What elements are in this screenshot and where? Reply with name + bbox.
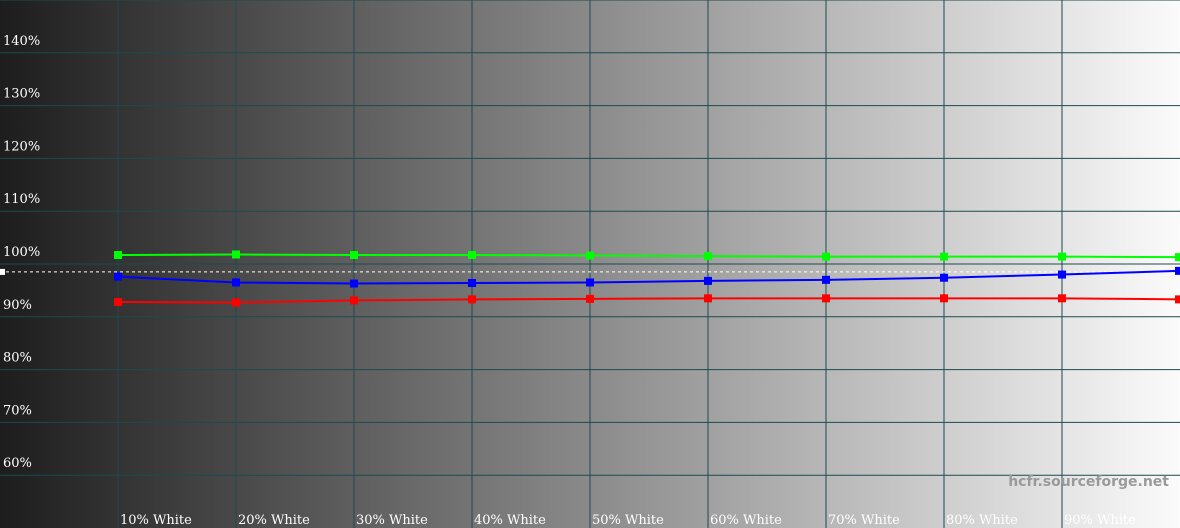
y-tick-label: 90% bbox=[3, 298, 32, 313]
series-point bbox=[822, 294, 830, 303]
series-point bbox=[940, 294, 948, 303]
series-point bbox=[350, 251, 358, 260]
series-point bbox=[586, 251, 594, 260]
series-point bbox=[586, 278, 594, 287]
y-tick-label: 140% bbox=[3, 34, 40, 49]
series-point bbox=[468, 279, 476, 288]
y-tick-label: 130% bbox=[3, 87, 40, 102]
series-point bbox=[232, 278, 240, 287]
x-tick-label: 20% White bbox=[238, 513, 310, 528]
series-point bbox=[350, 279, 358, 288]
series-point bbox=[114, 251, 122, 260]
series-point bbox=[1175, 253, 1180, 262]
series-point bbox=[1175, 295, 1180, 304]
series-point bbox=[232, 250, 240, 259]
y-tick-label: 100% bbox=[3, 245, 40, 260]
series-point bbox=[114, 272, 122, 281]
series-point bbox=[822, 275, 830, 284]
x-tick-label: 10% White bbox=[120, 513, 192, 528]
y-tick-label: 60% bbox=[3, 456, 32, 471]
series-point bbox=[940, 252, 948, 261]
series-point bbox=[468, 295, 476, 304]
watermark: hcfr.sourceforge.net bbox=[1008, 474, 1169, 490]
x-tick-label: 60% White bbox=[710, 513, 782, 528]
series-point bbox=[822, 252, 830, 261]
series-point bbox=[114, 298, 122, 307]
series-point bbox=[232, 298, 240, 307]
series-point bbox=[1058, 252, 1066, 261]
series-point bbox=[1058, 270, 1066, 279]
x-axis-labels: 10% White 20% White 30% White 40% White 50% … bbox=[120, 513, 1136, 528]
series-point bbox=[704, 294, 712, 303]
rgb-balance-chart: 60% 70% 80% 90% 100% 110% 120% 130% 140% 10% Whi… bbox=[0, 0, 1180, 528]
series-point bbox=[704, 276, 712, 285]
series-point bbox=[1175, 266, 1180, 275]
x-tick-label: 50% White bbox=[592, 513, 664, 528]
y-tick-label: 70% bbox=[3, 403, 32, 418]
y-tick-label: 120% bbox=[3, 139, 40, 154]
x-tick-label: 40% White bbox=[474, 513, 546, 528]
series-point bbox=[1058, 294, 1066, 303]
series-point bbox=[350, 296, 358, 305]
x-tick-label: 90% White bbox=[1064, 513, 1136, 528]
series-point bbox=[586, 294, 594, 303]
y-tick-label: 80% bbox=[3, 351, 32, 366]
reference-marker bbox=[0, 268, 5, 275]
series-point bbox=[940, 273, 948, 282]
series-point bbox=[468, 251, 476, 260]
x-tick-label: 70% White bbox=[828, 513, 900, 528]
series-point bbox=[704, 252, 712, 261]
x-tick-label: 80% White bbox=[946, 513, 1018, 528]
y-tick-label: 110% bbox=[3, 192, 40, 207]
x-tick-label: 30% White bbox=[356, 513, 428, 528]
